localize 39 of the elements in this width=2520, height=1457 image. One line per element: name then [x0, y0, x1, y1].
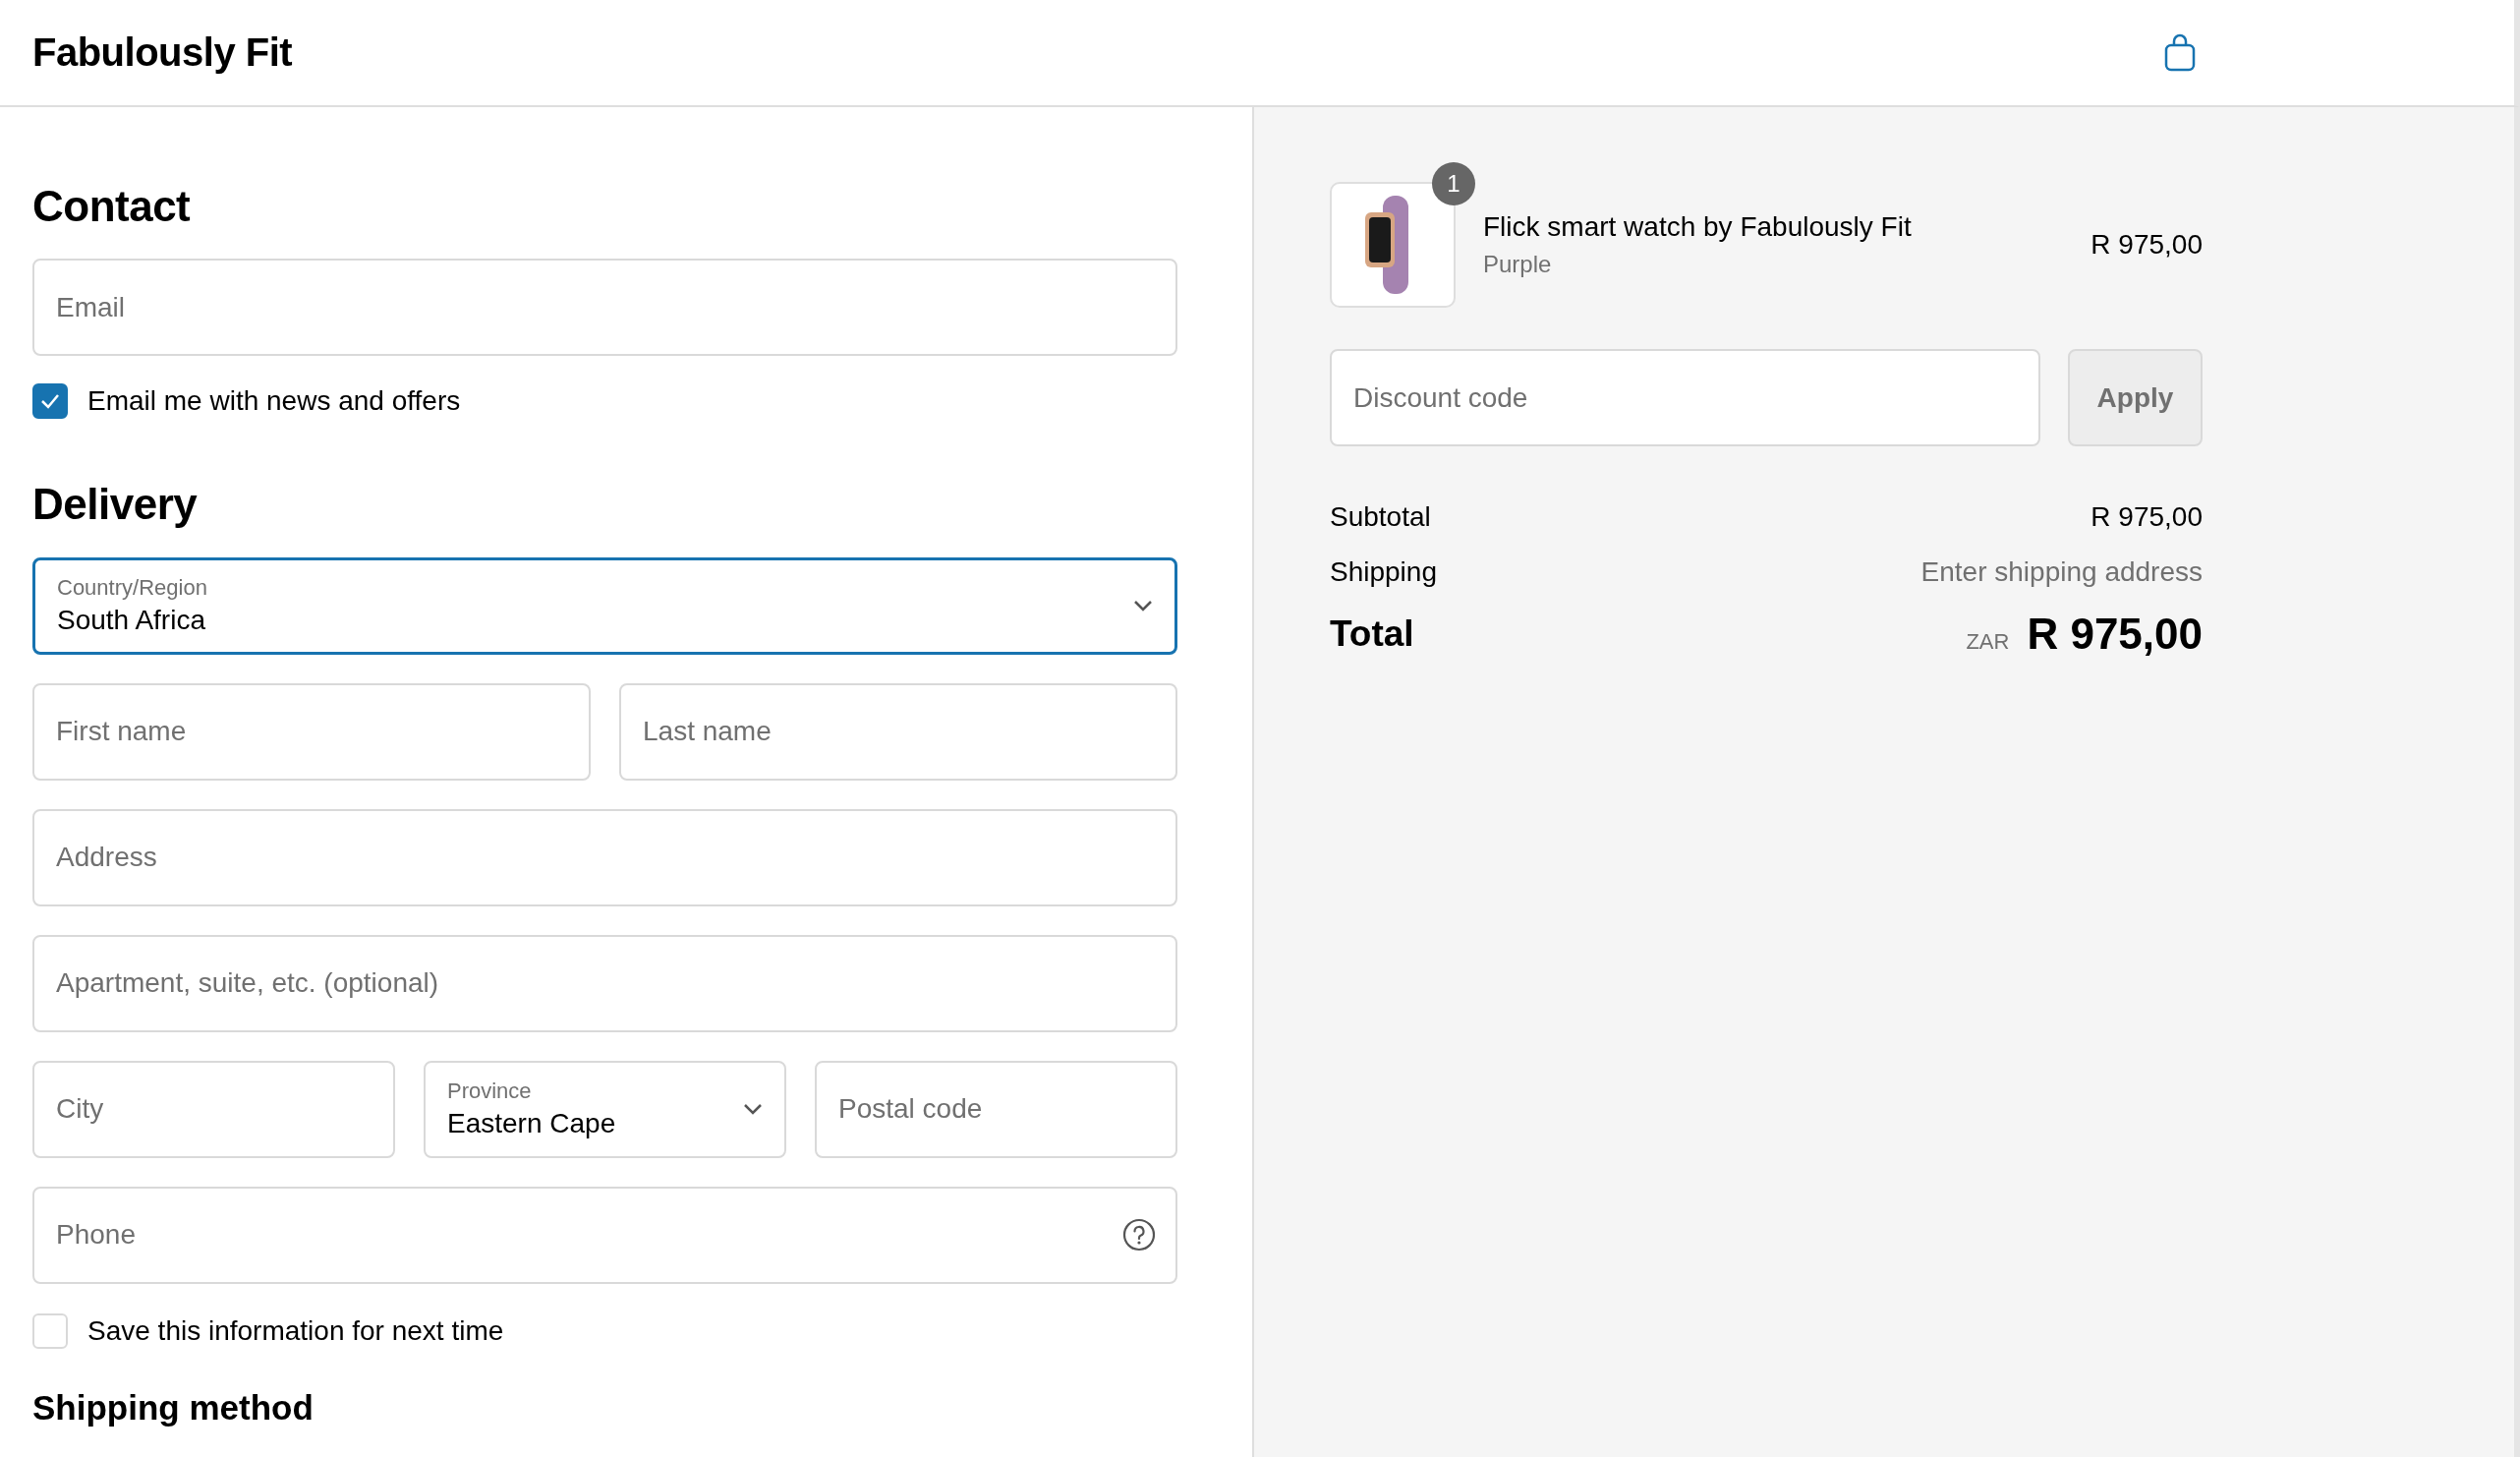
select-field[interactable]: Country/Region South Africa: [32, 556, 1177, 655]
chevron-down-icon: [743, 1103, 763, 1116]
currency-code: ZAR: [1966, 629, 2010, 655]
product-price: R 975,00: [2090, 229, 2203, 261]
summary-value: Enter shipping address: [1920, 556, 2203, 588]
checkbox-label: Email me with news and offers: [87, 385, 461, 418]
select-field[interactable]: Province Eastern Cape: [424, 1060, 786, 1158]
input-field[interactable]: Apartment, suite, etc. (optional): [32, 934, 1177, 1032]
help-icon[interactable]: [1122, 1217, 1156, 1252]
checkbox[interactable]: [32, 383, 68, 420]
field-label: Country/Region: [57, 575, 207, 602]
store-logo[interactable]: Fabulously Fit: [32, 30, 293, 75]
input-field[interactable]: Postal code: [815, 1060, 1177, 1158]
summary-value: R 975,00: [2090, 501, 2203, 533]
field-label: Province: [447, 1078, 533, 1105]
apply-button[interactable]: Apply: [2068, 349, 2203, 446]
input-field[interactable]: Last name: [619, 682, 1177, 781]
checkmark-icon: [40, 393, 60, 410]
section-heading: Delivery: [32, 479, 199, 531]
field-value: South Africa: [57, 605, 206, 637]
section-heading: Shipping method: [32, 1389, 315, 1425]
summary-label: Subtotal: [1330, 501, 1431, 533]
quantity-badge: 1: [1432, 162, 1475, 205]
input-field[interactable]: City: [32, 1060, 395, 1158]
total-amount: R 975,00: [2027, 610, 2203, 659]
input-field[interactable]: Phone: [32, 1186, 1177, 1284]
input-field[interactable]: Discount code: [1330, 349, 2040, 446]
input-field[interactable]: Address: [32, 808, 1177, 906]
product-variant: Purple: [1483, 251, 1553, 278]
checkbox-label: Save this information for next time: [87, 1314, 504, 1347]
shopping-bag-icon[interactable]: [2163, 32, 2197, 73]
chevron-down-icon: [1133, 600, 1153, 612]
input-field[interactable]: First name: [32, 682, 591, 781]
product-name: Flick smart watch by Fabulously Fit: [1483, 211, 1913, 243]
section-heading: Contact: [32, 181, 192, 232]
input-field[interactable]: Email: [32, 259, 1177, 357]
field-value: Eastern Cape: [447, 1108, 616, 1140]
summary-label: Shipping: [1330, 556, 1437, 588]
total-label: Total: [1330, 613, 1414, 655]
